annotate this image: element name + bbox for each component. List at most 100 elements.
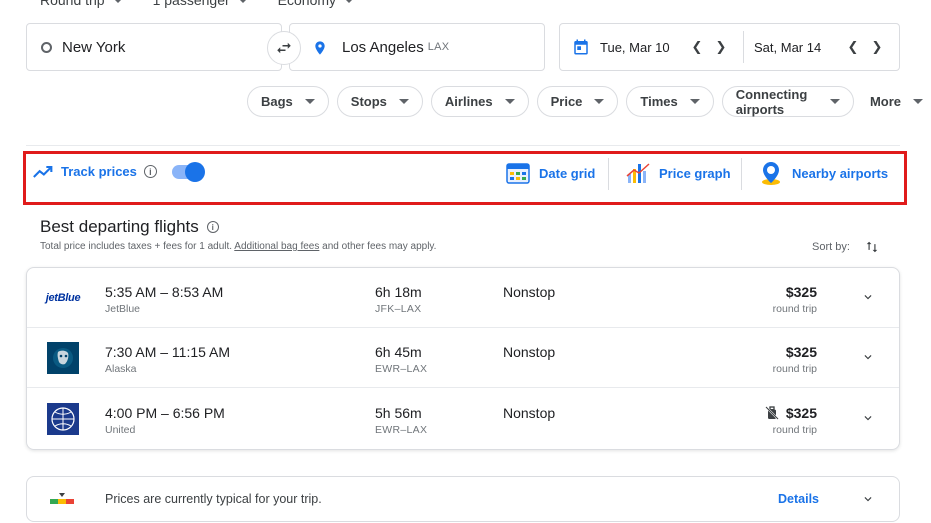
flight-stops: Nonstop bbox=[503, 405, 556, 421]
no-carry-on-bag-icon bbox=[765, 406, 779, 420]
filter-airlines[interactable]: Airlines bbox=[430, 86, 529, 117]
price-type: round trip bbox=[772, 303, 817, 315]
price-note: Total price includes taxes + fees for 1 … bbox=[40, 241, 436, 252]
origin-value: New York bbox=[62, 38, 126, 56]
date-grid-button[interactable]: Date grid bbox=[505, 160, 595, 186]
expand-button[interactable] bbox=[861, 411, 875, 430]
depart-date-field[interactable]: Tue, Mar 10 ❮ ❯ bbox=[560, 31, 744, 63]
destination-value: Los Angeles bbox=[342, 38, 424, 56]
filter-label: Bags bbox=[261, 94, 293, 109]
origin-input[interactable]: New York bbox=[26, 23, 282, 71]
caret-down-icon bbox=[237, 0, 248, 3]
chevron-down-icon bbox=[864, 295, 872, 300]
flight-stops: Nonstop bbox=[503, 344, 556, 360]
alaska-logo bbox=[47, 342, 79, 374]
depart-date-value: Tue, Mar 10 bbox=[600, 39, 670, 55]
destination-input[interactable]: Los Angeles LAX bbox=[289, 23, 545, 71]
details-link[interactable]: Details bbox=[778, 492, 819, 506]
price-graph-button[interactable]: Price graph bbox=[625, 160, 731, 186]
flight-stops: Nonstop bbox=[503, 284, 556, 300]
filter-stops[interactable]: Stops bbox=[336, 86, 423, 117]
flight-row[interactable]: 7:30 AM – 11:15 AM Alaska 6h 45m EWR–LAX… bbox=[27, 328, 899, 388]
price-type: round trip bbox=[772, 424, 817, 436]
origin-circle-icon bbox=[41, 41, 52, 53]
trip-options: Round trip 1 passenger Economy bbox=[40, 0, 355, 8]
flight-row[interactable]: 4:00 PM – 6:56 PM United 5h 56m EWR–LAX … bbox=[27, 389, 899, 449]
caret-down-icon bbox=[344, 0, 355, 3]
filter-price[interactable]: Price bbox=[536, 86, 619, 117]
filter-bags[interactable]: Bags bbox=[247, 86, 329, 117]
tool-separator bbox=[741, 158, 742, 190]
filter-connecting-airports[interactable]: Connecting airports bbox=[721, 86, 854, 117]
filter-label: Stops bbox=[350, 94, 387, 109]
track-prices-toggle[interactable] bbox=[171, 161, 205, 182]
nearby-airports-icon bbox=[762, 162, 780, 185]
sort-by-label: Sort by: bbox=[812, 241, 850, 253]
caret-down-icon bbox=[504, 99, 515, 104]
price-level-gauge-icon bbox=[50, 493, 74, 504]
filter-times[interactable]: Times bbox=[626, 86, 714, 117]
expand-button[interactable] bbox=[861, 492, 875, 511]
swap-arrows-icon bbox=[277, 42, 291, 54]
prev-return-chevron-icon[interactable]: ❮ bbox=[843, 39, 863, 55]
jetblue-logo: jetBlue bbox=[46, 282, 81, 314]
airline-name: United bbox=[105, 424, 136, 436]
united-logo bbox=[47, 403, 79, 435]
price-value: $325 bbox=[785, 284, 817, 300]
expand-button[interactable] bbox=[861, 350, 875, 369]
next-date-chevron-icon[interactable]: ❯ bbox=[711, 39, 731, 55]
price-value: $325 bbox=[785, 344, 817, 360]
trending-line-icon bbox=[33, 165, 53, 178]
caret-down-icon bbox=[594, 99, 605, 104]
caret-down-icon bbox=[304, 99, 315, 104]
bag-fees-link[interactable]: Additional bag fees bbox=[234, 241, 319, 252]
return-date-field[interactable]: Sat, Mar 14 ❮ ❯ bbox=[744, 24, 899, 70]
expand-button[interactable] bbox=[861, 290, 875, 309]
info-icon[interactable]: i bbox=[143, 165, 157, 178]
track-prices: Track prices i bbox=[33, 161, 205, 182]
price-insight-text: Prices are currently typical for your tr… bbox=[105, 492, 322, 506]
swap-button[interactable] bbox=[267, 31, 301, 65]
caret-down-icon bbox=[112, 0, 123, 3]
filter-label: Airlines bbox=[444, 94, 493, 109]
flight-row[interactable]: jetBlue 5:35 AM – 8:53 AM JetBlue 6h 18m… bbox=[27, 268, 899, 328]
passengers-label: 1 passenger bbox=[152, 0, 230, 8]
tool-separator bbox=[608, 158, 609, 190]
sort-icon[interactable] bbox=[865, 239, 879, 258]
flight-list: jetBlue 5:35 AM – 8:53 AM JetBlue 6h 18m… bbox=[26, 267, 900, 450]
prev-date-chevron-icon[interactable]: ❮ bbox=[687, 39, 707, 55]
trip-type-label: Round trip bbox=[40, 0, 105, 8]
price-insight: Prices are currently typical for your tr… bbox=[26, 476, 900, 522]
flight-price: $325 bbox=[764, 405, 817, 421]
results-title-text: Best departing flights bbox=[40, 217, 199, 236]
location-pin-icon bbox=[315, 41, 325, 55]
next-return-chevron-icon[interactable]: ❯ bbox=[867, 39, 887, 55]
nearby-airports-button[interactable]: Nearby airports bbox=[758, 160, 888, 186]
flight-times: 4:00 PM – 6:56 PM bbox=[105, 405, 225, 421]
track-prices-label[interactable]: Track prices bbox=[61, 164, 137, 179]
price-note-text: and other fees may apply. bbox=[319, 241, 437, 252]
cabin-select[interactable]: Economy bbox=[278, 0, 355, 8]
nearby-airports-label: Nearby airports bbox=[792, 165, 889, 181]
divider bbox=[26, 145, 900, 146]
return-date-value: Sat, Mar 14 bbox=[754, 39, 822, 55]
toggle-knob bbox=[184, 161, 205, 182]
passengers-select[interactable]: 1 passenger bbox=[153, 0, 248, 8]
flight-duration: 6h 45m bbox=[375, 344, 422, 360]
filter-more[interactable]: More bbox=[862, 86, 931, 117]
filter-label: Price bbox=[550, 94, 583, 109]
filter-label: Times bbox=[640, 94, 678, 109]
date-grid-icon bbox=[506, 163, 530, 184]
airline-name: JetBlue bbox=[105, 303, 141, 315]
filter-bar: Bags Stops Airlines Price Times Connecti… bbox=[247, 86, 931, 117]
caret-down-icon bbox=[689, 99, 700, 104]
chevron-down-icon bbox=[864, 497, 872, 502]
info-icon[interactable]: i bbox=[206, 221, 219, 233]
trip-type-select[interactable]: Round trip bbox=[40, 0, 123, 8]
flight-route: EWR–LAX bbox=[375, 363, 428, 375]
filter-label: Connecting airports bbox=[735, 86, 808, 117]
price-note-text: Total price includes taxes + fees for 1 … bbox=[40, 241, 235, 252]
flight-price: $325 bbox=[786, 284, 817, 300]
date-picker: Tue, Mar 10 ❮ ❯ Sat, Mar 14 ❮ ❯ bbox=[559, 23, 900, 71]
flight-duration: 6h 18m bbox=[375, 284, 422, 300]
